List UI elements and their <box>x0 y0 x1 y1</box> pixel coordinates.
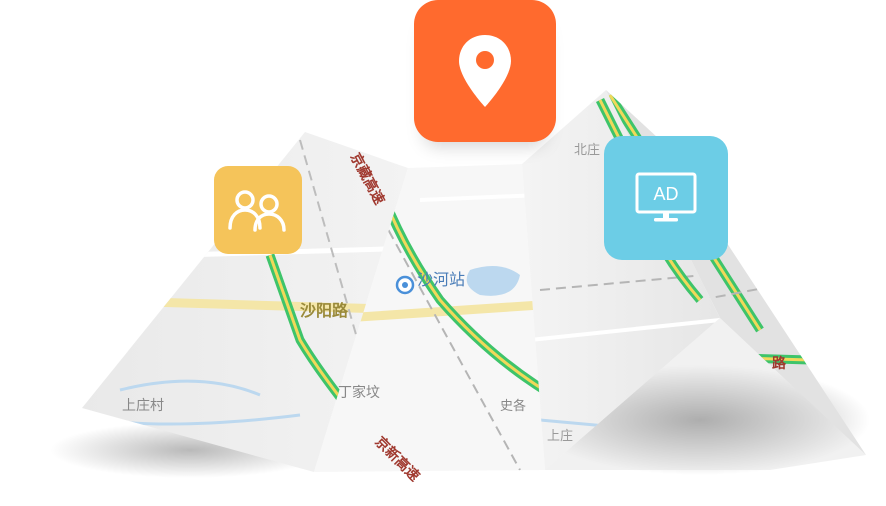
label-village-beizhuang: 北庄 <box>574 142 600 158</box>
location-pin-icon <box>459 35 511 107</box>
label-partial-shi: 史各 <box>500 398 526 414</box>
label-station: 沙河站 <box>417 270 465 289</box>
ad-tile[interactable]: AD <box>604 136 728 260</box>
users-icon <box>228 190 286 232</box>
users-tile[interactable] <box>214 166 302 254</box>
label-road-right: 路 <box>772 355 787 372</box>
label-village-dingjia: 丁家坟 <box>338 384 380 401</box>
location-tile[interactable] <box>414 0 556 142</box>
label-road-shayang: 沙阳路 <box>300 301 349 320</box>
ad-text: AD <box>653 184 678 204</box>
ad-monitor-icon: AD <box>635 172 697 222</box>
label-village-shangzhuang: 上庄村 <box>122 397 164 414</box>
label-partial-shang: 上庄 <box>547 428 573 444</box>
